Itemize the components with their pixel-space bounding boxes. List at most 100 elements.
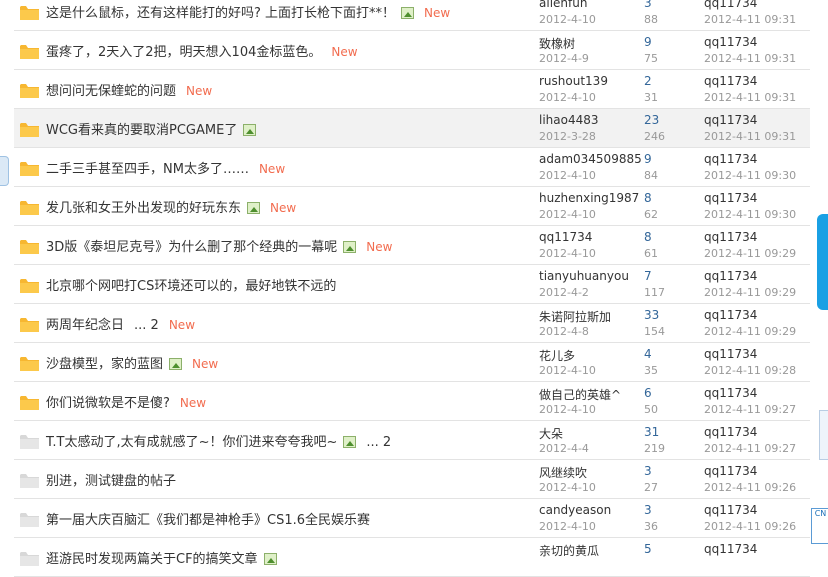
last-post-user[interactable]: qq11734 [704,0,757,10]
thread-author[interactable]: candyeason [539,503,611,517]
last-post-user[interactable]: qq11734 [704,74,757,88]
reply-count[interactable]: 6 [644,386,652,400]
page-link[interactable]: ... 2 [366,435,391,450]
last-post-user[interactable]: qq11734 [704,308,757,322]
last-post-time[interactable]: 2012-4-11 09:30 [704,208,796,221]
thread-row[interactable]: 沙盘模型，家的蓝图 New 花儿多 2012-4-10 4 35 qq11734 2012-4… [14,343,810,382]
thread-row[interactable]: 发几张和女王外出发现的好玩东东 New huzhenxing1987 2012-4-1… [14,187,810,226]
last-post-user[interactable]: qq11734 [704,152,757,166]
thread-row[interactable]: 这是什么鼠标，还有这样能打的好吗? 上面打长枪下面打**！ New allenfun… [14,0,810,31]
last-post-time[interactable]: 2012-4-11 09:30 [704,169,796,182]
thread-author[interactable]: 大朵 [539,425,563,442]
last-post-user[interactable]: qq11734 [704,230,757,244]
thread-row[interactable]: 二手三手甚至四手，NM太多了…… New adam034509885 2012-4-1… [14,148,810,187]
thread-title-link[interactable]: 二手三手甚至四手，NM太多了…… [46,162,249,177]
last-post-time[interactable]: 2012-4-11 09:31 [704,91,796,104]
new-badge: New [168,318,196,332]
last-post-time[interactable]: 2012-4-11 09:31 [704,130,796,143]
thread-author[interactable]: rushout139 [539,74,608,88]
last-post-user[interactable]: qq11734 [704,425,757,439]
last-post-time[interactable]: 2012-4-11 09:27 [704,442,796,455]
reply-count[interactable]: 7 [644,269,652,283]
thread-title-link[interactable]: 沙盘模型，家的蓝图 [46,357,163,372]
last-post-user[interactable]: qq11734 [704,347,757,361]
reply-count[interactable]: 8 [644,230,652,244]
thread-author[interactable]: 亲切的黄瓜 [539,542,599,559]
view-count: 61 [644,247,658,260]
reply-count[interactable]: 2 [644,74,652,88]
thread-author[interactable]: 风继续吹 [539,464,587,481]
thread-author[interactable]: lihao4483 [539,113,599,127]
thread-row[interactable]: 逛游民时发现两篇关于CF的搞笑文章 亲切的黄瓜 5 qq11734 [14,538,810,577]
reply-count[interactable]: 9 [644,152,652,166]
last-post-user[interactable]: qq11734 [704,386,757,400]
last-post-user[interactable]: qq11734 [704,35,757,49]
last-post-user[interactable]: qq11734 [704,191,757,205]
reply-count[interactable]: 5 [644,542,652,556]
left-side-tab[interactable] [0,156,9,186]
last-post-user[interactable]: qq11734 [704,503,757,517]
last-post-time[interactable]: 2012-4-11 09:26 [704,481,796,494]
last-post-time[interactable]: 2012-4-11 09:31 [704,52,796,65]
thread-author[interactable]: huzhenxing1987 [539,191,639,205]
folder-hot-icon [20,84,39,98]
reply-count[interactable]: 8 [644,191,652,205]
thread-title: 发几张和女王外出发现的好玩东东 New [46,197,296,216]
thread-author[interactable]: 做自己的英雄^ [539,386,621,403]
thread-title-link[interactable]: 别进，测试键盘的帖子 [46,474,176,489]
thread-row[interactable]: 北京哪个网吧打CS环境还可以的，最好地铁不远的 tianyuhuanyou 2012… [14,265,810,304]
thread-row[interactable]: 第一届大庆百脑汇《我们都是神枪手》CS1.6全民娱乐赛 candyeason 201… [14,499,810,538]
thread-title-link[interactable]: 北京哪个网吧打CS环境还可以的，最好地铁不远的 [46,279,336,294]
thread-title-link[interactable]: 逛游民时发现两篇关于CF的搞笑文章 [46,552,258,567]
thread-title-link[interactable]: 蛋疼了，2天入了2把，明天想入104金标蓝色。 [46,45,321,60]
last-post-time[interactable]: 2012-4-11 09:29 [704,247,796,260]
reply-count[interactable]: 9 [644,35,652,49]
thread-row[interactable]: 3D版《泰坦尼克号》为什么删了那个经典的一幕呢 New qq11734 2012-4-… [14,226,810,265]
thread-title-link[interactable]: 第一届大庆百脑汇《我们都是神枪手》CS1.6全民娱乐赛 [46,513,370,528]
last-post-user[interactable]: qq11734 [704,113,757,127]
reply-count[interactable]: 23 [644,113,659,127]
thread-row[interactable]: WCG看来真的要取消PCGAME了 lihao4483 2012-3-28 23 246… [14,109,810,148]
thread-row[interactable]: 蛋疼了，2天入了2把，明天想入104金标蓝色。 New 致橡树 2012-4-9 9 75… [14,31,810,70]
thread-row[interactable]: 你们说微软是不是傻? New 做自己的英雄^ 2012-4-10 6 50 qq11734 2… [14,382,810,421]
reply-count[interactable]: 3 [644,0,652,10]
last-post-time[interactable]: 2012-4-11 09:26 [704,520,796,533]
last-post-time[interactable]: 2012-4-11 09:27 [704,403,796,416]
last-post-time[interactable]: 2012-4-11 09:31 [704,13,796,26]
thread-title-link[interactable]: 3D版《泰坦尼克号》为什么删了那个经典的一幕呢 [46,240,337,255]
reply-count[interactable]: 3 [644,464,652,478]
thread-row[interactable]: 两周年纪念日 ... 2 New 朱诺阿拉斯加 2012-4-8 33 154 qq11734… [14,304,810,343]
last-post-time[interactable]: 2012-4-11 09:29 [704,325,796,338]
reply-count[interactable]: 31 [644,425,659,439]
thread-title-link[interactable]: WCG看来真的要取消PCGAME了 [46,123,237,138]
last-post-user[interactable]: qq11734 [704,464,757,478]
last-post-user[interactable]: qq11734 [704,542,757,556]
reply-count[interactable]: 4 [644,347,652,361]
thread-title-link[interactable]: 你们说微软是不是傻? [46,396,170,411]
thread-author[interactable]: allenfun [539,0,587,10]
thread-author[interactable]: 花儿多 [539,347,575,364]
thread-author[interactable]: adam034509885 [539,152,642,166]
thread-title-link[interactable]: T.T太感动了,太有成就感了~！你们进来夸夸我吧~ [46,435,337,450]
thread-title-link[interactable]: 想问问无保蝰蛇的问题 [46,84,176,99]
reply-count[interactable]: 3 [644,503,652,517]
thread-row[interactable]: 别进，测试键盘的帖子 风继续吹 2012-4-10 3 27 qq11734 2012-4-… [14,460,810,499]
right-side-tab[interactable] [817,214,828,310]
side-logo-badge[interactable]: CN [811,508,828,544]
thread-title-link[interactable]: 两周年纪念日 [46,318,124,333]
last-post-time[interactable]: 2012-4-11 09:28 [704,364,796,377]
last-post-user[interactable]: qq11734 [704,269,757,283]
thread-author[interactable]: qq11734 [539,230,592,244]
reply-count[interactable]: 33 [644,308,659,322]
side-feedback-box[interactable] [819,410,828,460]
thread-author[interactable]: 朱诺阿拉斯加 [539,308,611,325]
thread-author[interactable]: 致橡树 [539,35,575,52]
thread-row[interactable]: T.T太感动了,太有成就感了~！你们进来夸夸我吧~ ... 2 大朵 2012-4-4… [14,421,810,460]
thread-row[interactable]: 想问问无保蝰蛇的问题 New rushout139 2012-4-10 2 31 qq117… [14,70,810,109]
thread-title-link[interactable]: 这是什么鼠标，还有这样能打的好吗? 上面打长枪下面打**！ [46,6,395,21]
thread-date: 2012-4-10 [539,208,596,221]
last-post-time[interactable]: 2012-4-11 09:29 [704,286,796,299]
thread-author[interactable]: tianyuhuanyou [539,269,629,283]
page-link[interactable]: ... 2 [134,318,159,333]
thread-title-link[interactable]: 发几张和女王外出发现的好玩东东 [46,201,241,216]
